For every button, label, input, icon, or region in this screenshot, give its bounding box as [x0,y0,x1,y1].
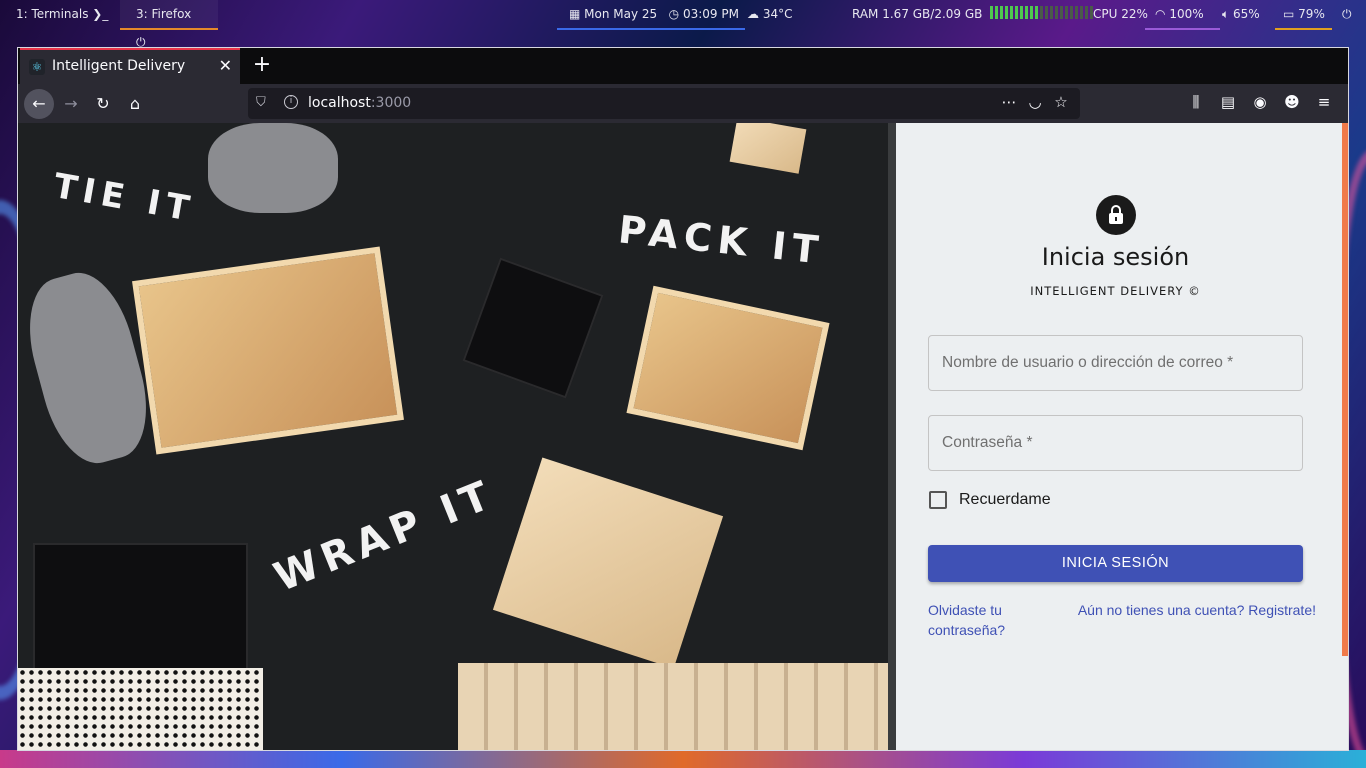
wooden-crate [132,246,404,455]
password-placeholder: Contraseña * [942,434,1033,451]
remember-checkbox[interactable] [929,491,947,509]
tab-strip: ⚛ Intelligent Delivery ✕ + [18,48,1348,84]
date-text: Mon May 25 [584,7,658,21]
workspace-firefox[interactable]: 3: Firefox ⏻ [120,0,218,49]
extension-icon[interactable]: ☻ [1276,93,1308,111]
navigation-toolbar: ← → ↻ ⌂ ⛉ i localhost:3000 ⋯ ◡ ☆ ⫼ ▤ ◉ ☻ ≡ [18,84,1348,123]
hero-image: TIE IT PACK IT WRAP IT [18,123,896,750]
more-icon[interactable]: ⋯ [996,93,1022,111]
hero-edge [888,123,896,750]
username-placeholder: Nombre de usuario o dirección de correo … [942,354,1234,371]
scrollbar[interactable] [1342,123,1348,656]
ram-widget: RAM 1.67 GB/2.09 GB [852,0,1099,30]
black-package [33,543,248,673]
star-icon[interactable]: ☆ [1048,93,1074,111]
volume-text: 65% [1233,7,1260,21]
wifi-icon: ◠ [1155,7,1166,21]
address-bar[interactable]: ⛉ i localhost:3000 ⋯ ◡ ☆ [248,88,1080,119]
account-icon[interactable]: ◉ [1244,93,1276,111]
cpu-text: CPU 22% [1093,7,1148,21]
tab-title: Intelligent Delivery [52,58,186,74]
wallpaper-band [0,750,1366,768]
paper-package [729,123,807,174]
toolbar-right: ⫼ ▤ ◉ ☻ ≡ [1180,93,1340,111]
ram-text: RAM 1.67 GB/2.09 GB [852,7,983,21]
pocket-icon[interactable]: ◡ [1022,93,1048,111]
register-link[interactable]: Aún no tienes una cuenta? Registrate! [1078,600,1316,620]
login-panel: Inicia sesión INTELLIGENT DELIVERY © Nom… [896,123,1348,750]
address-bar-actions: ⋯ ◡ ☆ [996,93,1074,111]
wifi-widget[interactable]: ◠ 100% [1145,0,1220,30]
url-port: :3000 [370,95,412,111]
system-status-bar: 1: Terminals ❯_ 3: Firefox ⏻ ▦ Mon May 2… [0,0,1366,49]
page-subtitle: INTELLIGENT DELIVERY © [1030,284,1201,298]
datetime-widget[interactable]: ▦ Mon May 25 ◷ 03:09 PM [557,0,745,30]
username-field[interactable]: Nombre de usuario o dirección de correo … [928,335,1303,391]
password-field[interactable]: Contraseña * [928,415,1303,471]
cloud-icon: ☁ [747,7,759,21]
forgot-password-link[interactable]: Olvidaste tu contraseña? [928,600,1038,640]
react-favicon-icon: ⚛ [29,59,45,75]
login-button[interactable]: INICIA SESIÓN [928,545,1303,582]
lock-icon [1096,195,1136,235]
cpu-widget: CPU 22% [1093,0,1148,30]
wooden-crate [626,285,830,451]
hero-word: WRAP IT [267,470,502,602]
back-icon[interactable]: ← [24,89,54,119]
shield-icon[interactable]: ⛉ [256,95,266,110]
page-content: TIE IT PACK IT WRAP IT Inicia sesión INT… [18,123,1348,750]
weather-widget[interactable]: ☁ 34°C [747,0,792,30]
workspace-terminals[interactable]: 1: Terminals ❯_ [0,0,124,30]
hero-word: TIE IT [50,165,199,231]
browser-window: ⚛ Intelligent Delivery ✕ + ← → ↻ ⌂ ⛉ i l… [17,47,1349,751]
battery-text: 79% [1298,7,1325,21]
volume-widget[interactable]: 🔈︎ 65% [1222,0,1260,30]
clock-icon: ◷ [668,7,680,21]
battery-icon: ▭ [1283,7,1295,21]
info-icon[interactable]: i [284,95,298,109]
ram-usage-bar [990,1,1095,29]
close-tab-icon[interactable]: ✕ [219,56,232,75]
hero-word: PACK IT [616,207,827,273]
remember-label: Recuerdame [959,491,1051,508]
dotted-package [18,668,263,750]
wooden-crates [458,663,896,750]
weather-text: 34°C [762,7,793,21]
paper-package [492,457,724,669]
page-title: Inicia sesión [1041,243,1190,271]
reload-icon[interactable]: ↻ [88,89,118,119]
sidebar-icon[interactable]: ▤ [1212,93,1244,111]
power-icon[interactable]: ⏻ [1342,0,1352,30]
menu-icon[interactable]: ≡ [1308,93,1340,111]
url-host: localhost [308,95,371,111]
black-package [462,257,604,399]
library-icon[interactable]: ⫼ [1180,93,1212,111]
home-icon[interactable]: ⌂ [120,89,150,119]
speaker-icon: 🔈︎ [1222,7,1230,21]
time-text: 03:09 PM [682,7,739,21]
calendar-icon: ▦ [569,7,581,21]
new-tab-button[interactable]: + [250,52,274,77]
tab-intelligent-delivery[interactable]: ⚛ Intelligent Delivery ✕ [20,48,240,84]
forward-icon[interactable]: → [56,89,86,119]
battery-widget[interactable]: ▭ 79% [1275,0,1332,30]
plastic-bag [208,123,338,213]
wifi-text: 100% [1169,7,1204,21]
url-text[interactable]: localhost:3000 [308,95,411,111]
